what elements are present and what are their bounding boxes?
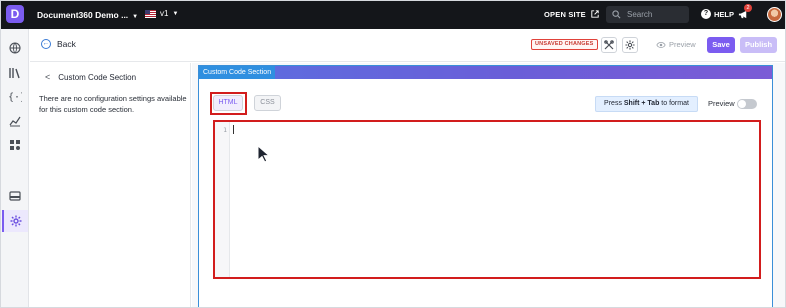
- chevron-down-icon: ▼: [172, 10, 179, 17]
- preview-button[interactable]: Preview: [656, 40, 696, 49]
- preview-toggle-label: Preview: [708, 99, 735, 108]
- format-hint-suffix: to format: [659, 100, 689, 107]
- section-header-bar: Custom Code Section: [199, 66, 772, 79]
- search-icon: [612, 10, 621, 19]
- external-link-icon: [591, 10, 599, 18]
- panel-message: There are no configuration settings avai…: [39, 94, 187, 114]
- format-hint-keys: Shift + Tab: [623, 100, 660, 107]
- us-flag-icon: [145, 9, 156, 18]
- open-site-link[interactable]: OPEN SITE: [544, 10, 599, 19]
- format-hint-prefix: Press: [604, 100, 624, 107]
- eye-icon: [656, 41, 666, 48]
- save-button[interactable]: Save: [707, 37, 735, 53]
- section-label: Custom Code Section: [199, 66, 276, 79]
- help-button[interactable]: ? HELP: [701, 9, 734, 19]
- version-selector[interactable]: v1 ▼: [145, 9, 178, 18]
- settings-icon[interactable]: [2, 210, 28, 232]
- help-icon: ?: [701, 9, 711, 19]
- logo-letter: D: [10, 7, 20, 21]
- chevron-down-icon: ▼: [132, 14, 139, 20]
- notification-badge: 2: [744, 4, 752, 12]
- back-label: Back: [57, 39, 76, 49]
- project-selector[interactable]: Document360 Demo ... ▼: [37, 10, 138, 20]
- preview-toggle[interactable]: [737, 99, 757, 109]
- arrow-left-icon: ←: [41, 39, 51, 49]
- tab-css[interactable]: CSS: [254, 95, 281, 111]
- back-button[interactable]: ← Back: [41, 39, 76, 49]
- version-label: v1: [160, 9, 169, 18]
- panel-title: Custom Code Section: [58, 72, 137, 82]
- document360-logo[interactable]: D: [6, 5, 24, 23]
- top-bar: D Document360 Demo ... ▼ v1 ▼ OPEN SITE S…: [1, 1, 785, 29]
- search-input[interactable]: Search: [606, 6, 689, 23]
- app-window: D Document360 Demo ... ▼ v1 ▼ OPEN SITE S…: [0, 0, 786, 308]
- apps-icon[interactable]: [7, 137, 23, 153]
- editor-highlight: [213, 120, 761, 279]
- publish-button[interactable]: Publish: [740, 37, 777, 53]
- chevron-left-icon[interactable]: <: [45, 72, 50, 82]
- template-icon[interactable]: [7, 188, 23, 204]
- tools-icon: [604, 40, 614, 50]
- panel-header: < Custom Code Section: [45, 72, 136, 82]
- open-site-label: OPEN SITE: [544, 10, 586, 19]
- tab-html-highlight: [210, 92, 247, 115]
- code-braces-icon[interactable]: {·}: [7, 88, 23, 104]
- preview-label: Preview: [669, 40, 696, 49]
- project-name: Document360 Demo ...: [37, 10, 129, 20]
- format-hint: Press Shift + Tab to format: [595, 96, 698, 112]
- settings-button[interactable]: [622, 37, 638, 53]
- user-avatar[interactable]: [767, 7, 782, 22]
- action-bar: ← Back UNSAVED CHANGES Preview Save Publ…: [30, 29, 785, 62]
- settings-panel: < Custom Code Section There are no confi…: [30, 63, 191, 307]
- svg-text:{·}: {·}: [8, 92, 22, 102]
- gear-icon: [625, 40, 635, 50]
- custom-code-section: Custom Code Section HTML CSS Press Shift…: [198, 65, 773, 307]
- left-rail: {·}: [1, 29, 29, 307]
- search-placeholder: Search: [627, 10, 653, 19]
- unsaved-changes-badge: UNSAVED CHANGES: [531, 39, 598, 50]
- globe-icon[interactable]: [7, 40, 23, 56]
- mouse-pointer-icon: [257, 145, 271, 163]
- tools-button[interactable]: [601, 37, 617, 53]
- library-icon[interactable]: [7, 65, 23, 81]
- help-label: HELP: [714, 9, 735, 19]
- analytics-icon[interactable]: [7, 113, 23, 129]
